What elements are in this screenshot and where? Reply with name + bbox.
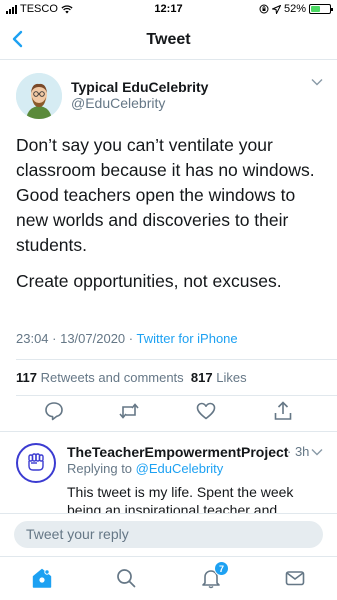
tweet-timestamp: 23:04 · 13/07/2020 · — [16, 331, 134, 346]
home-icon[interactable] — [31, 567, 53, 589]
tweet-text: Don’t say you can’t ventilate your class… — [16, 133, 326, 294]
reply-time: · 3h — [287, 444, 310, 459]
messages-mail-icon[interactable] — [284, 567, 306, 589]
status-right: 52% — [259, 3, 333, 15]
location-icon — [271, 4, 281, 14]
likes-count: 817 — [190, 370, 213, 385]
chevron-down-icon[interactable] — [311, 448, 323, 456]
raised-fist-icon — [28, 453, 44, 471]
tweet-meta: 23:04 · 13/07/2020 · Twitter for iPhone — [16, 331, 238, 346]
page-title: Tweet — [146, 31, 191, 48]
retweets-label: Retweets and comments — [40, 370, 184, 385]
retweets-stat[interactable]: 117 Retweets and comments — [16, 370, 184, 385]
nav-bar: Tweet — [0, 20, 337, 60]
replying-to: Replying to @EduCelebrity — [67, 461, 223, 476]
tab-bar: 7 — [0, 556, 337, 600]
reply-author-avatar[interactable] — [16, 443, 56, 483]
like-heart-icon[interactable] — [195, 400, 217, 422]
status-bar: TESCO 12:17 52% — [0, 0, 337, 20]
author-avatar[interactable] — [16, 73, 62, 119]
share-icon[interactable] — [272, 400, 294, 422]
battery-fill — [311, 6, 321, 12]
divider — [16, 395, 337, 396]
orientation-lock-icon — [259, 4, 269, 14]
tweet-paragraph: Create opportunities, not excuses. — [16, 271, 282, 291]
retweet-icon[interactable] — [118, 400, 140, 422]
tweet-paragraph: Don’t say you can’t ventilate your class… — [16, 135, 315, 255]
tweet-actions — [0, 400, 337, 426]
likes-label: Likes — [216, 370, 247, 385]
search-icon[interactable] — [115, 567, 137, 589]
battery-percent: 52% — [283, 3, 306, 15]
reply-author-name[interactable]: TheTeacherEmpowermentProject — [67, 444, 288, 460]
reply-text: This tweet is my life. Spent the week be… — [67, 484, 294, 513]
author-name[interactable]: Typical EduCelebrity — [71, 79, 208, 95]
divider — [16, 359, 337, 360]
chevron-down-icon[interactable] — [311, 78, 323, 86]
replying-to-prefix: Replying to — [67, 461, 133, 476]
likes-stat[interactable]: 817 Likes — [191, 370, 247, 385]
reply-input[interactable]: Tweet your reply — [14, 521, 323, 548]
tweet-stats: 117 Retweets and comments 817 Likes — [16, 370, 247, 385]
replying-to-mention[interactable]: @EduCelebrity — [136, 461, 224, 476]
notifications-badge: 7 — [214, 561, 229, 576]
retweets-count: 117 — [16, 370, 37, 385]
divider — [0, 431, 337, 432]
tweet-source-link[interactable]: Twitter for iPhone — [136, 331, 237, 346]
battery-icon — [309, 4, 333, 14]
author-handle[interactable]: @EduCelebrity — [71, 95, 165, 111]
avatar-illustration — [16, 73, 62, 119]
notifications-tab[interactable]: 7 — [200, 561, 229, 589]
reply-icon[interactable] — [43, 400, 65, 422]
